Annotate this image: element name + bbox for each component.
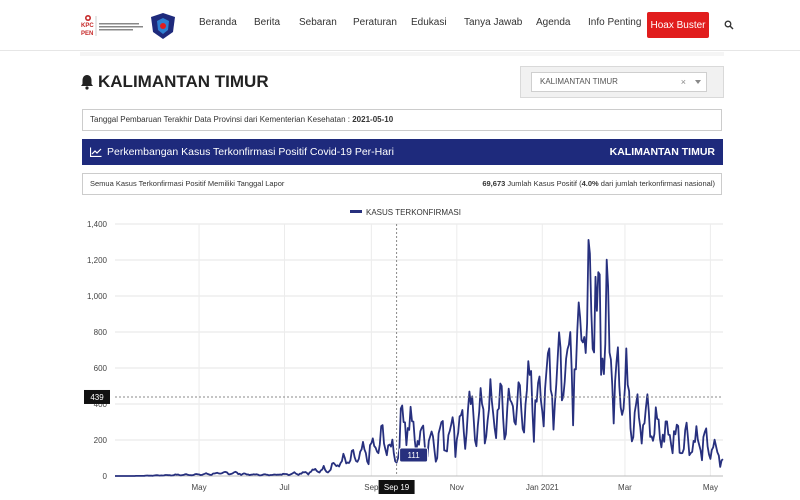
case-summary-left: Semua Kasus Terkonfirmasi Positif Memili… — [90, 179, 285, 188]
cases-line-chart[interactable]: KASUS TERKONFIRMASI 02004006008001,0001,… — [0, 200, 800, 500]
top-navbar: KPC PEN Beranda Berita Sebaran Peraturan… — [0, 0, 800, 51]
y-tick-label: 800 — [94, 328, 108, 337]
x-tick-label: May — [703, 483, 718, 492]
line-chart-icon — [90, 147, 102, 157]
chart-header-province: KALIMANTAN TIMUR — [609, 146, 715, 158]
province-title: KALIMANTAN TIMUR — [98, 72, 269, 91]
nav-agenda[interactable]: Agenda — [536, 17, 570, 28]
satgas-shield-logo[interactable] — [149, 12, 177, 40]
update-label: Tanggal Pembaruan Terakhir Data Provinsi… — [90, 115, 353, 124]
total-cases: 69,673 — [482, 179, 506, 188]
bell-icon — [81, 75, 93, 90]
nav-tanya-jawab[interactable]: Tanya Jawab — [464, 17, 522, 28]
y-tick-label: 200 — [94, 436, 108, 445]
national-percent-label: dari jumlah terkonfirmasi nasional) — [598, 179, 715, 188]
y-tick-label: 600 — [94, 364, 108, 373]
subnav-strip — [80, 52, 724, 56]
x-tick-label: Nov — [450, 483, 464, 492]
crosshair-x-label: Sep 19 — [384, 483, 410, 492]
search-icon[interactable] — [724, 20, 734, 30]
hoax-buster-button[interactable]: Hoax Buster — [647, 12, 709, 38]
nav-peraturan[interactable]: Peraturan — [353, 17, 397, 28]
legend-swatch — [350, 210, 362, 213]
national-percent: 4.0% — [581, 179, 599, 188]
nav-berita[interactable]: Berita — [254, 17, 280, 28]
nav-info-penting[interactable]: Info Penting — [588, 17, 641, 28]
nav-sebaran[interactable]: Sebaran — [299, 17, 337, 28]
chart-header-title: Perkembangan Kasus Terkonfirmasi Positif… — [107, 146, 394, 158]
y-tick-label: 1,200 — [87, 256, 108, 265]
case-summary-box: Semua Kasus Terkonfirmasi Positif Memili… — [82, 173, 722, 195]
series-line-kasus-terkonfirmasi — [115, 239, 724, 477]
province-heading: KALIMANTAN TIMUR — [80, 70, 269, 94]
chart-header-bar: Perkembangan Kasus Terkonfirmasi Positif… — [82, 139, 723, 165]
clear-select-icon[interactable]: × — [681, 73, 686, 91]
x-tick-label: Sep — [364, 483, 379, 492]
update-date: 2021-05-10 — [352, 115, 394, 124]
chevron-down-icon[interactable] — [695, 80, 701, 84]
y-tick-label: 1,000 — [87, 292, 108, 301]
nav-edukasi[interactable]: Edukasi — [411, 17, 447, 28]
kpcpen-logo[interactable]: KPC PEN — [80, 12, 144, 40]
nav-beranda[interactable]: Beranda — [199, 17, 237, 28]
x-tick-label: May — [191, 483, 206, 492]
chart-legend[interactable]: KASUS TERKONFIRMASI — [350, 208, 461, 217]
tooltip-value: 111 — [407, 451, 420, 460]
svg-text:KPC: KPC — [81, 23, 94, 29]
x-tick-label: Jul — [279, 483, 289, 492]
province-select[interactable]: KALIMANTAN TIMUR × — [531, 72, 707, 92]
crosshair-y-label: 439 — [90, 393, 104, 402]
x-tick-label: Mar — [618, 483, 632, 492]
province-select-wrapper: KALIMANTAN TIMUR × — [520, 66, 724, 98]
y-tick-label: 0 — [103, 472, 108, 481]
legend-label: KASUS TERKONFIRMASI — [366, 208, 461, 217]
y-tick-label: 1,400 — [87, 220, 108, 229]
province-select-value: KALIMANTAN TIMUR — [540, 77, 618, 86]
total-cases-label: Jumlah Kasus Positif ( — [505, 179, 582, 188]
svg-text:PEN: PEN — [81, 31, 93, 37]
case-summary-right: 69,673 Jumlah Kasus Positif (4.0% dari j… — [482, 174, 715, 194]
update-info-box: Tanggal Pembaruan Terakhir Data Provinsi… — [82, 109, 722, 131]
x-tick-label: Jan 2021 — [526, 483, 559, 492]
